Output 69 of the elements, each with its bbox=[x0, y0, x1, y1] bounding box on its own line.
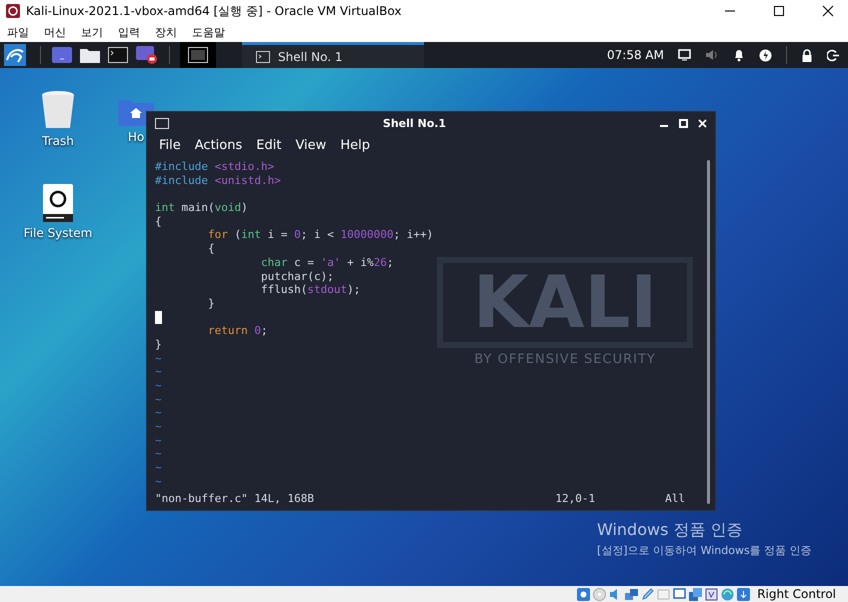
lock-icon[interactable] bbox=[801, 48, 813, 62]
code-line: putchar(c); bbox=[260, 270, 334, 284]
screen-recorder-icon[interactable] bbox=[136, 46, 158, 64]
file-info: "non-buffer.c" 14L, 168B bbox=[155, 492, 314, 504]
terminal-icon bbox=[256, 50, 270, 62]
wallpaper-tagline: BY OFFENSIVE SECURITY bbox=[474, 352, 656, 368]
host-key-label: Right Control bbox=[757, 587, 836, 601]
maximize-icon[interactable] bbox=[773, 5, 785, 17]
code-line: } bbox=[206, 296, 215, 311]
menu-item[interactable]: 도움말 bbox=[192, 24, 225, 40]
code-line: char c = 'a' + i%26; bbox=[260, 256, 394, 270]
clock: 07:58 AM bbox=[607, 48, 664, 62]
menu-item[interactable]: File bbox=[159, 138, 181, 152]
cursor-position: 12,0-1 bbox=[555, 492, 596, 504]
menu-item[interactable]: 파일 bbox=[7, 24, 29, 40]
scrollbar[interactable] bbox=[707, 160, 710, 504]
trash-icon[interactable] bbox=[41, 90, 75, 130]
empty-line-marker: ~ bbox=[155, 365, 162, 379]
bell-icon[interactable] bbox=[733, 48, 745, 62]
empty-line-marker: ~ bbox=[155, 406, 162, 420]
code-line: { bbox=[155, 214, 162, 228]
download-icon[interactable] bbox=[737, 588, 750, 600]
code-line: int main(void) bbox=[155, 201, 248, 215]
terminal-title: Shell No.1 bbox=[382, 116, 448, 130]
code-line: fflush(stdout); bbox=[260, 283, 360, 297]
scroll-position: All bbox=[665, 492, 685, 504]
speaker-icon[interactable] bbox=[705, 49, 719, 61]
menu-item[interactable]: Help bbox=[340, 138, 370, 152]
empty-line-marker: ~ bbox=[155, 447, 162, 462]
code-line: } bbox=[155, 338, 162, 352]
menu-item[interactable]: View bbox=[295, 138, 326, 152]
menu-item[interactable]: 장치 bbox=[155, 24, 177, 40]
activation-message: [설정]으로 이동하여 Windows를 정품 인증 bbox=[597, 543, 812, 558]
empty-line-marker: ~ bbox=[155, 379, 162, 393]
chip-icon[interactable] bbox=[705, 588, 718, 600]
menu-item[interactable]: Actions bbox=[194, 138, 242, 152]
desktop-icon-label[interactable]: Ho bbox=[128, 130, 144, 144]
empty-line-marker: ~ bbox=[155, 392, 162, 406]
code-line: #include <stdio.h> bbox=[155, 160, 274, 174]
taskbar-window-button[interactable]: Shell No. 1 bbox=[242, 42, 424, 68]
window-switcher-button[interactable] bbox=[180, 42, 216, 68]
app-icon bbox=[6, 4, 20, 18]
menu-item[interactable]: 보기 bbox=[81, 24, 103, 40]
empty-line-marker: ~ bbox=[155, 420, 162, 434]
drive-icon[interactable] bbox=[43, 184, 73, 222]
terminal-icon[interactable] bbox=[108, 47, 128, 63]
empty-line-marker: ~ bbox=[155, 474, 162, 488]
network-icon[interactable] bbox=[625, 588, 638, 600]
menu-item[interactable]: 머신 bbox=[44, 24, 66, 40]
code-line: for (int i = 0; i < 10000000; i++) bbox=[206, 228, 434, 242]
terminal-icon bbox=[155, 118, 169, 128]
window-icon bbox=[188, 47, 208, 63]
menu-item[interactable]: 입력 bbox=[118, 24, 140, 40]
window-title: Kali-Linux-2021.1-vbox-amd64 [실행 중] - Oracle VM VirtualBox bbox=[26, 2, 402, 20]
empty-line-marker: ~ bbox=[155, 434, 162, 448]
menu-item[interactable]: Edit bbox=[256, 138, 282, 152]
empty-line-marker: ~ bbox=[155, 461, 162, 475]
code-line: #include <unistd.h> bbox=[155, 174, 281, 188]
empty-line-marker: ~ bbox=[155, 352, 162, 366]
monitor-icon[interactable] bbox=[678, 49, 691, 61]
power-icon[interactable] bbox=[759, 48, 772, 62]
logout-icon[interactable] bbox=[827, 48, 840, 62]
close-icon[interactable] bbox=[822, 5, 834, 17]
code-line: { bbox=[206, 242, 215, 256]
activation-title: Windows 정품 인증 bbox=[597, 520, 744, 541]
desktop-icon-label[interactable]: Trash bbox=[42, 134, 74, 148]
windows-icon[interactable] bbox=[689, 588, 702, 600]
desktop-icon-label[interactable]: File System bbox=[24, 226, 92, 240]
code-line: return 0; bbox=[206, 324, 268, 338]
